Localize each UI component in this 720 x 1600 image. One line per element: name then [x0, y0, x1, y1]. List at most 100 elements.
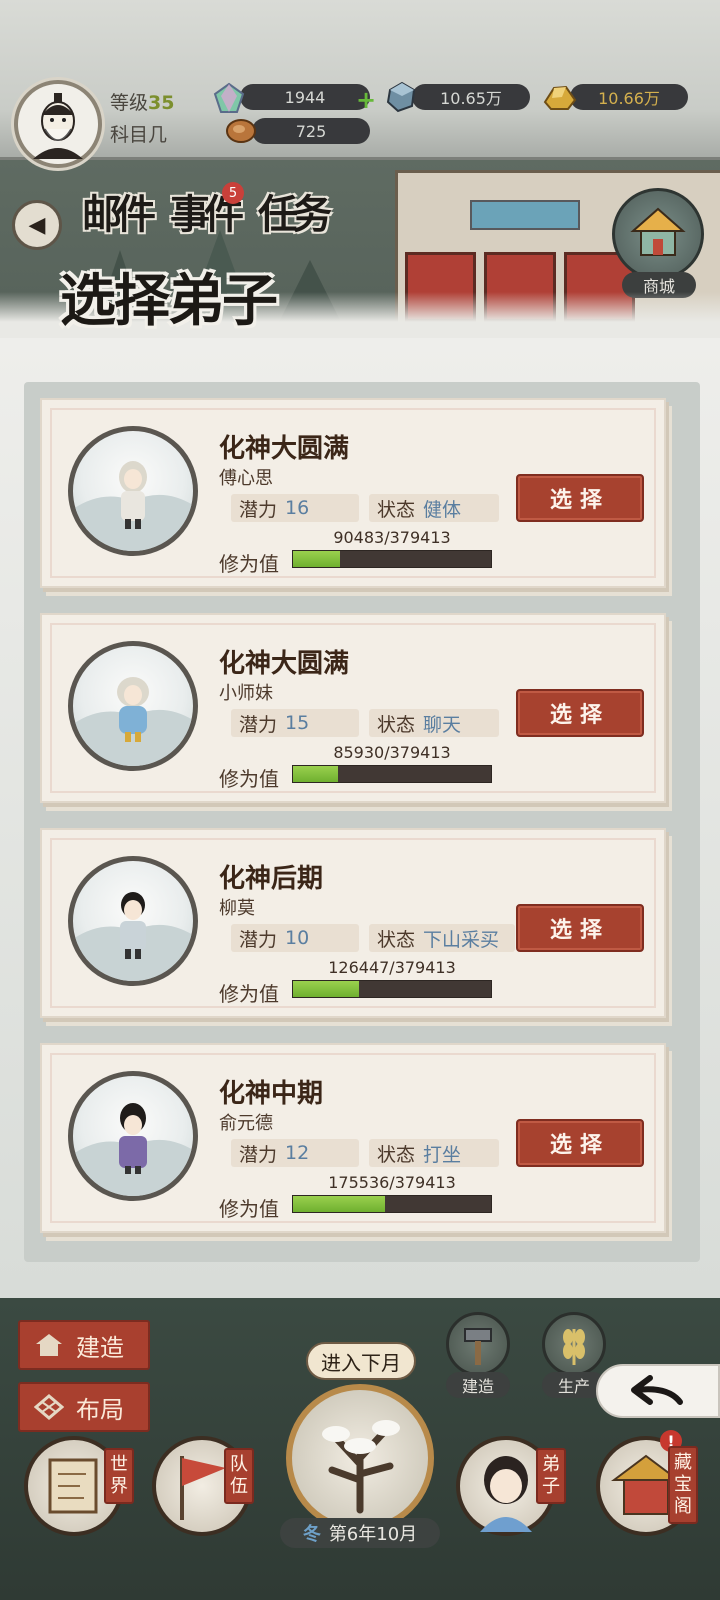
date-display: 冬 第6年10月 — [280, 1518, 440, 1548]
status-label: 状态 — [377, 1143, 416, 1166]
xp-text: 90483/379413 — [333, 528, 451, 547]
status-box: 状态 下山采买 — [369, 924, 515, 952]
tasks-button[interactable]: 任务 — [258, 182, 338, 252]
shop-button[interactable] — [612, 188, 704, 280]
potential-box: 潜力 15 — [231, 709, 359, 737]
disciple-realm: 化神后期 — [219, 864, 324, 894]
xp-progress-fill — [293, 766, 338, 782]
status-box: 状态 聊天 — [369, 709, 499, 737]
status-label: 状态 — [377, 713, 416, 736]
disciple-card: 化神大圆满 傅心思 潜力 16 状态 健体 90483/379413 修为值 选择 — [40, 398, 666, 588]
build-hammer-button[interactable] — [446, 1312, 510, 1376]
ore-amount: 10.65万 — [412, 84, 530, 110]
potential-value: 10 — [285, 927, 310, 949]
build-label: 建造 — [76, 1333, 124, 1362]
meat-icon — [226, 119, 256, 143]
season-text: 冬 — [302, 1524, 321, 1545]
treasury-label: 藏宝阁 — [668, 1446, 698, 1524]
xp-label: 修为值 — [219, 982, 279, 1006]
disciple-sprite-icon — [73, 1103, 193, 1196]
xp-progress-fill — [293, 981, 359, 997]
potential-box: 潜力 12 — [231, 1139, 359, 1167]
house-icon — [36, 1334, 62, 1356]
potential-label: 潜力 — [239, 1143, 278, 1166]
player-portrait-icon — [33, 93, 83, 159]
team-label: 队伍 — [224, 1448, 254, 1504]
xp-label: 修为值 — [219, 767, 279, 791]
produce-button[interactable] — [542, 1312, 606, 1376]
status-value: 聊天 — [423, 713, 462, 736]
xp-progress-fill — [293, 551, 341, 567]
return-arrow-icon — [631, 1375, 683, 1405]
layout-label: 布局 — [76, 1395, 124, 1424]
disciple-card: 化神中期 俞元德 潜力 12 状态 打坐 175536/379413 修为值 选择 — [40, 1043, 666, 1233]
meat-amount: 725 — [252, 118, 370, 144]
xp-text: 175536/379413 — [328, 1173, 456, 1192]
grid-layout-icon — [34, 1394, 64, 1420]
crystal-icon — [213, 82, 245, 113]
pagoda-icon — [630, 207, 686, 256]
disciples-label: 弟子 — [536, 1448, 566, 1504]
disciple-list[interactable]: 化神大圆满 傅心思 潜力 16 状态 健体 90483/379413 修为值 选择 … — [24, 382, 700, 1262]
crystal-amount: 1944 — [240, 84, 370, 110]
pond-sprite — [470, 200, 580, 230]
build-button[interactable]: 建造 — [18, 1320, 150, 1370]
season-tree-button[interactable] — [286, 1384, 434, 1532]
xp-progress-bar — [292, 980, 492, 998]
add-crystal-icon[interactable]: + — [356, 86, 376, 114]
disciple-sprite-icon — [73, 461, 193, 551]
disciple-name: 俞元德 — [219, 1113, 273, 1134]
back-arrow-icon[interactable]: ◀ — [12, 200, 62, 250]
disciple-name: 小师妹 — [219, 683, 273, 704]
level-number: 35 — [148, 92, 175, 114]
disciple-realm: 化神大圆满 — [219, 434, 350, 464]
disciple-sprite-icon — [73, 677, 193, 766]
select-button[interactable]: 选择 — [516, 1119, 644, 1167]
mail-button[interactable]: 邮件 — [82, 182, 162, 252]
select-button[interactable]: 选择 — [516, 904, 644, 952]
events-badge: 5 — [222, 182, 244, 204]
select-button[interactable]: 选择 — [516, 474, 644, 522]
select-button[interactable]: 选择 — [516, 689, 644, 737]
xp-progress-bar — [292, 765, 492, 783]
status-value: 健体 — [423, 498, 462, 521]
potential-label: 潜力 — [239, 928, 278, 951]
disciple-sprite-icon — [73, 892, 193, 981]
xp-text: 85930/379413 — [333, 743, 451, 762]
disciple-portrait — [68, 856, 198, 986]
potential-label: 潜力 — [239, 713, 278, 736]
disciple-portrait — [68, 641, 198, 771]
xp-progress-bar — [292, 1195, 492, 1213]
disciple-name: 柳莫 — [219, 898, 255, 919]
potential-label: 潜力 — [239, 498, 278, 521]
xp-progress-bar — [292, 550, 492, 568]
disciple-card: 化神大圆满 小师妹 潜力 15 状态 聊天 85930/379413 修为值 选择 — [40, 613, 666, 803]
xp-progress-fill — [293, 1196, 385, 1212]
disciple-realm: 化神中期 — [219, 1079, 324, 1109]
gold-icon — [543, 85, 577, 110]
xp-label: 修为值 — [219, 552, 279, 576]
gold-amount: 10.66万 — [570, 84, 688, 110]
status-label: 状态 — [377, 498, 416, 521]
status-value: 打坐 — [423, 1143, 462, 1166]
disciple-portrait — [68, 1071, 198, 1201]
level-text: 等级 — [110, 92, 149, 114]
status-value: 下山采买 — [423, 928, 500, 951]
next-month-button[interactable]: 进入下月 — [306, 1342, 416, 1380]
disciple-card: 化神后期 柳莫 潜力 10 状态 下山采买 126447/379413 修为值 选择 — [40, 828, 666, 1018]
page-title: 选择弟子 — [60, 268, 278, 334]
wheat-icon — [563, 1329, 585, 1365]
xp-label: 修为值 — [219, 1197, 279, 1221]
potential-box: 潜力 10 — [231, 924, 359, 952]
return-button[interactable] — [596, 1364, 720, 1418]
disciple-portrait — [68, 426, 198, 556]
potential-value: 12 — [285, 1142, 310, 1164]
xp-text: 126447/379413 — [328, 958, 456, 977]
level-label: 等级35 — [110, 88, 174, 115]
status-label: 状态 — [377, 928, 416, 951]
hammer-icon — [464, 1328, 492, 1365]
layout-button[interactable]: 布局 — [18, 1382, 150, 1432]
winter-tree-icon — [322, 1420, 400, 1514]
player-avatar[interactable] — [14, 80, 102, 168]
world-label: 世界 — [104, 1448, 134, 1504]
